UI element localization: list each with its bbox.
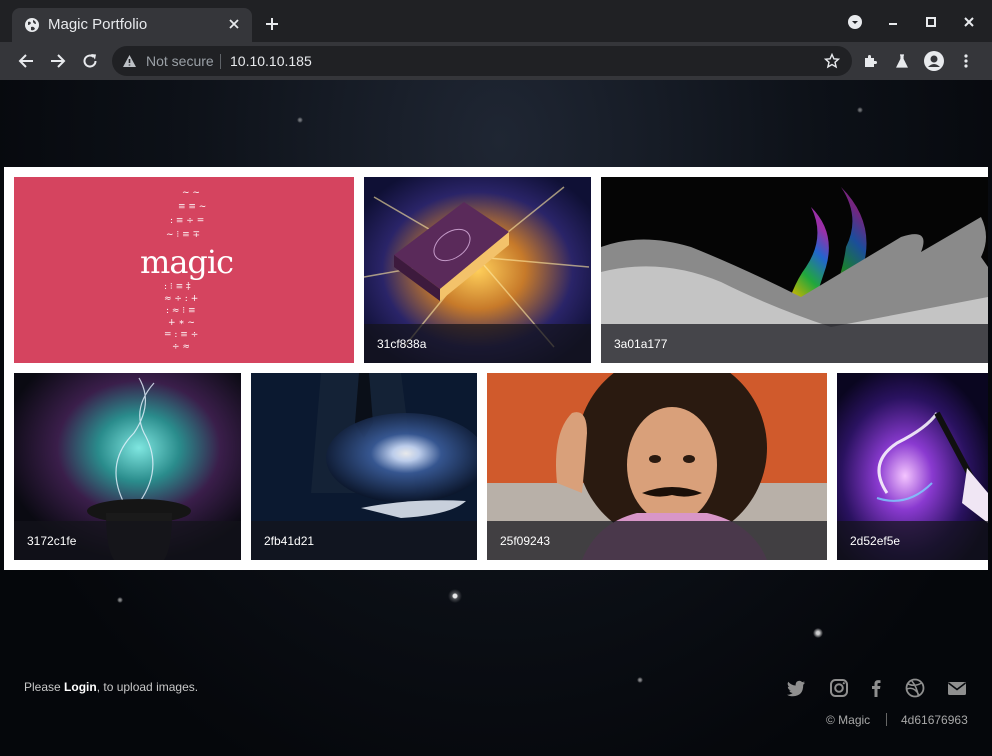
bookmark-star-icon[interactable]	[824, 53, 840, 69]
caption-text: 2fb41d21	[264, 534, 315, 548]
gallery-item[interactable]: 2fb41d21	[251, 373, 477, 560]
magic-logo-graphic: ~ ~ ≡ ≡ ~ : ≡ ÷ = ~ ⁝ ≡ ∓ : ⁝ ≡ ‡ ≈ ÷ : …	[140, 188, 234, 352]
security-label[interactable]: Not secure	[146, 53, 214, 69]
maximize-icon[interactable]	[923, 14, 939, 30]
caption-text: 2d52ef5e	[850, 534, 901, 548]
browser-toolbar: Not secure 10.10.10.185	[0, 42, 992, 80]
login-link[interactable]: Login	[64, 680, 97, 694]
caption-text: 3172c1fe	[27, 534, 77, 548]
image-gallery: ~ ~ ≡ ≡ ~ : ≡ ÷ = ~ ⁝ ≡ ∓ : ⁝ ≡ ‡ ≈ ÷ : …	[4, 167, 988, 570]
svg-text:+ ∗ ~: + ∗ ~	[168, 318, 195, 328]
svg-text:: ≈ ⁝ ≡: : ≈ ⁝ ≡	[166, 306, 196, 316]
svg-text:≈ ÷ : +: ≈ ÷ : +	[164, 294, 198, 304]
tab-title: Magic Portfolio	[48, 16, 148, 33]
minimize-icon[interactable]	[885, 14, 901, 30]
dribbble-icon[interactable]	[905, 678, 925, 698]
svg-text:= : ≡ ÷: = : ≡ ÷	[164, 330, 198, 340]
gallery-item-magic-logo[interactable]: ~ ~ ≡ ≡ ~ : ≡ ÷ = ~ ⁝ ≡ ∓ : ⁝ ≡ ‡ ≈ ÷ : …	[14, 177, 354, 363]
extensions-icon[interactable]	[862, 53, 878, 69]
caption-bar: 25f09243	[487, 521, 827, 560]
caption-bar: 2d52ef5e	[837, 521, 988, 560]
page-content: ~ ~ ≡ ≡ ~ : ≡ ÷ = ~ ⁝ ≡ ∓ : ⁝ ≡ ‡ ≈ ÷ : …	[0, 80, 992, 756]
profile-avatar-icon[interactable]	[924, 51, 944, 71]
upload-prompt-suffix: , to upload images.	[96, 680, 199, 694]
close-window-icon[interactable]	[961, 14, 977, 30]
gallery-item[interactable]: 25f09243	[487, 373, 827, 560]
svg-text:~ ⁝ ≡ ∓: ~ ⁝ ≡ ∓	[166, 230, 200, 240]
email-icon[interactable]	[947, 678, 967, 698]
svg-text:: ≡ ÷ =: : ≡ ÷ =	[170, 216, 204, 226]
lab-flask-icon[interactable]	[894, 53, 910, 69]
kebab-menu-icon[interactable]	[958, 53, 974, 69]
twitter-icon[interactable]	[786, 678, 806, 698]
caption-bar: 2fb41d21	[251, 521, 477, 560]
address-divider	[220, 54, 221, 69]
gallery-item[interactable]: 31cf838a	[364, 177, 591, 363]
svg-text:: ⁝ ≡ ‡: : ⁝ ≡ ‡	[164, 282, 191, 292]
caption-text: 31cf838a	[377, 337, 427, 351]
gallery-item[interactable]: 3172c1fe	[14, 373, 241, 560]
new-tab-icon[interactable]	[264, 16, 280, 32]
browser-tab[interactable]: Magic Portfolio	[12, 8, 252, 42]
caption-bar: 3172c1fe	[14, 521, 241, 560]
caption-bar: 3a01a177	[601, 324, 988, 363]
svg-text:÷ ≈: ÷ ≈	[172, 342, 190, 352]
globe-icon	[25, 18, 39, 32]
facebook-icon[interactable]	[866, 678, 886, 698]
magic-logo-text: magic	[140, 243, 233, 281]
footer-hash-text: 4d61676963	[901, 713, 968, 727]
address-bar[interactable]: Not secure 10.10.10.185	[112, 46, 852, 76]
warning-icon[interactable]	[122, 54, 137, 68]
caption-text: 3a01a177	[614, 337, 668, 351]
reload-icon[interactable]	[81, 52, 99, 70]
footer-divider	[886, 713, 887, 726]
gallery-item[interactable]: 2d52ef5e	[837, 373, 988, 560]
caption-bar: 31cf838a	[364, 324, 591, 363]
browser-tab-strip: Magic Portfolio	[0, 0, 992, 42]
upload-prompt: Please Login, to upload images.	[24, 680, 198, 694]
url-text[interactable]: 10.10.10.185	[230, 53, 312, 69]
forward-arrow-icon[interactable]	[49, 52, 67, 70]
upload-prompt-prefix: Please	[24, 680, 65, 694]
instagram-icon[interactable]	[829, 678, 849, 698]
copyright-text: © Magic	[826, 713, 871, 727]
svg-text:≡ ≡ ~: ≡ ≡ ~	[178, 202, 206, 212]
caption-text: 25f09243	[500, 534, 551, 548]
close-tab-icon[interactable]	[226, 16, 242, 32]
gallery-item[interactable]: 3a01a177	[601, 177, 988, 363]
svg-text:~ ~: ~ ~	[182, 188, 200, 198]
back-arrow-icon[interactable]	[17, 52, 35, 70]
tab-search-icon[interactable]	[847, 14, 863, 30]
